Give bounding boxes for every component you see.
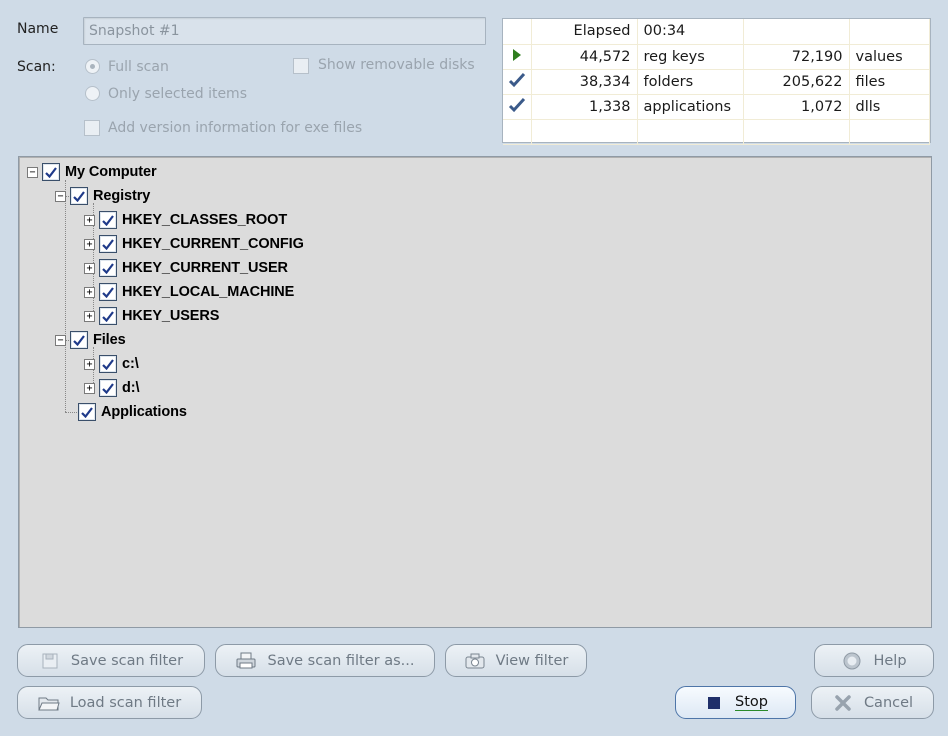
view-filter-button[interactable]: View filter <box>445 644 587 677</box>
help-button[interactable]: Help <box>814 644 934 677</box>
tree-checkbox[interactable] <box>99 259 117 277</box>
cancel-button[interactable]: Cancel <box>811 686 934 719</box>
tree-node-registry-item[interactable]: + HKEY_CLASSES_ROOT <box>84 210 287 230</box>
tree-node-applications[interactable]: Applications <box>78 402 187 422</box>
tree-label: c:\ <box>122 356 139 372</box>
tree-checkbox[interactable] <box>99 379 117 397</box>
show-removable-checkbox[interactable] <box>293 58 309 74</box>
tree-label: d:\ <box>122 380 140 396</box>
tree-label: Registry <box>93 188 151 204</box>
tree-checkbox[interactable] <box>78 403 96 421</box>
save-scan-filter-label: Save scan filter <box>70 652 184 669</box>
values-label: values <box>849 44 930 70</box>
full-scan-radio[interactable] <box>85 59 100 74</box>
tree-node-drive[interactable]: + c:\ <box>84 354 139 374</box>
reg-keys-count: 44,572 <box>531 44 638 70</box>
tree-checkbox[interactable] <box>99 355 117 373</box>
only-selected-label: Only selected items <box>108 86 247 102</box>
tree-checkbox[interactable] <box>99 307 117 325</box>
folders-label: folders <box>637 69 744 95</box>
tree-label: HKEY_LOCAL_MACHINE <box>122 284 295 300</box>
view-filter-label: View filter <box>495 652 569 669</box>
tree-label: My Computer <box>65 164 157 180</box>
stats-row: 38,334 folders 205,622 files <box>503 69 930 95</box>
tree-checkbox[interactable] <box>99 211 117 229</box>
printer-icon <box>235 651 257 671</box>
tree-node-files[interactable]: − Files <box>55 330 126 350</box>
scan-tree[interactable]: − My Computer − Registry + HKEY_CLASSES_… <box>18 156 932 628</box>
tree-label: HKEY_CLASSES_ROOT <box>122 212 288 228</box>
name-label: Name <box>17 21 59 37</box>
cancel-label: Cancel <box>863 694 914 711</box>
tree-node-registry-item[interactable]: + HKEY_CURRENT_CONFIG <box>84 234 304 254</box>
expand-icon[interactable]: + <box>84 382 95 394</box>
expand-icon[interactable]: + <box>84 358 95 370</box>
tree-checkbox[interactable] <box>99 283 117 301</box>
stop-label: Stop <box>735 694 768 711</box>
tree-label: Applications <box>101 404 187 420</box>
tree-label: Files <box>93 332 126 348</box>
expand-icon[interactable]: + <box>84 238 95 250</box>
expand-icon[interactable]: + <box>84 310 95 322</box>
scan-stats-panel: Elapsed 00:34 44,572 reg keys 72,190 val… <box>502 18 931 145</box>
collapse-icon[interactable]: − <box>55 190 66 202</box>
files-count: 205,622 <box>743 69 850 95</box>
help-label: Help <box>873 652 907 669</box>
tree-node-my-computer[interactable]: − My Computer <box>27 162 157 182</box>
tree-label: HKEY_CURRENT_USER <box>122 260 288 276</box>
only-selected-radio[interactable] <box>85 86 100 101</box>
tree-checkbox[interactable] <box>70 187 88 205</box>
stats-elapsed-row: Elapsed 00:34 <box>503 19 930 45</box>
save-scan-filter-as-label: Save scan filter as... <box>267 652 415 669</box>
expand-icon[interactable]: + <box>84 214 95 226</box>
help-icon <box>841 651 863 671</box>
stop-icon <box>703 693 725 713</box>
stop-button[interactable]: Stop <box>675 686 796 719</box>
tree-node-registry-item[interactable]: + HKEY_CURRENT_USER <box>84 258 288 278</box>
tree-node-registry-item[interactable]: + HKEY_LOCAL_MACHINE <box>84 282 294 302</box>
save-scan-filter-button[interactable]: Save scan filter <box>17 644 205 677</box>
version-info-label: Add version information for exe files <box>108 120 363 136</box>
stats-row: 44,572 reg keys 72,190 values <box>503 44 930 70</box>
elapsed-value: 00:34 <box>637 19 744 45</box>
elapsed-label: Elapsed <box>531 19 638 45</box>
dlls-label: dlls <box>849 94 930 120</box>
folders-count: 38,334 <box>531 69 638 95</box>
cancel-icon <box>832 693 854 713</box>
floppy-disk-icon <box>39 651 61 671</box>
load-scan-filter-label: Load scan filter <box>69 694 182 711</box>
tree-checkbox[interactable] <box>70 331 88 349</box>
tree-node-registry[interactable]: − Registry <box>55 186 150 206</box>
tree-node-drive[interactable]: + d:\ <box>84 378 140 398</box>
checkmark-icon <box>503 94 532 120</box>
version-info-checkbox[interactable] <box>84 120 100 136</box>
show-removable-label: Show removable disks <box>318 57 475 73</box>
camera-icon <box>464 651 486 671</box>
applications-label: applications <box>637 94 744 120</box>
collapse-icon[interactable]: − <box>55 334 66 346</box>
load-scan-filter-button[interactable]: Load scan filter <box>17 686 202 719</box>
name-input[interactable]: Snapshot #1 <box>83 17 486 45</box>
scan-label: Scan: <box>17 59 56 75</box>
files-label: files <box>849 69 930 95</box>
tree-node-registry-item[interactable]: + HKEY_USERS <box>84 306 219 326</box>
dlls-count: 1,072 <box>743 94 850 120</box>
stats-row: 1,338 applications 1,072 dlls <box>503 94 930 120</box>
play-arrow-icon <box>503 44 532 70</box>
values-count: 72,190 <box>743 44 850 70</box>
collapse-icon[interactable]: − <box>27 166 38 178</box>
tree-checkbox[interactable] <box>99 235 117 253</box>
expand-icon[interactable]: + <box>84 286 95 298</box>
full-scan-label: Full scan <box>108 59 169 75</box>
save-scan-filter-as-button[interactable]: Save scan filter as... <box>215 644 435 677</box>
tree-label: HKEY_USERS <box>122 308 220 324</box>
folder-icon <box>38 693 60 713</box>
reg-keys-label: reg keys <box>637 44 744 70</box>
applications-count: 1,338 <box>531 94 638 120</box>
tree-checkbox[interactable] <box>42 163 60 181</box>
checkmark-icon <box>503 69 532 95</box>
expand-icon[interactable]: + <box>84 262 95 274</box>
tree-label: HKEY_CURRENT_CONFIG <box>122 236 304 252</box>
